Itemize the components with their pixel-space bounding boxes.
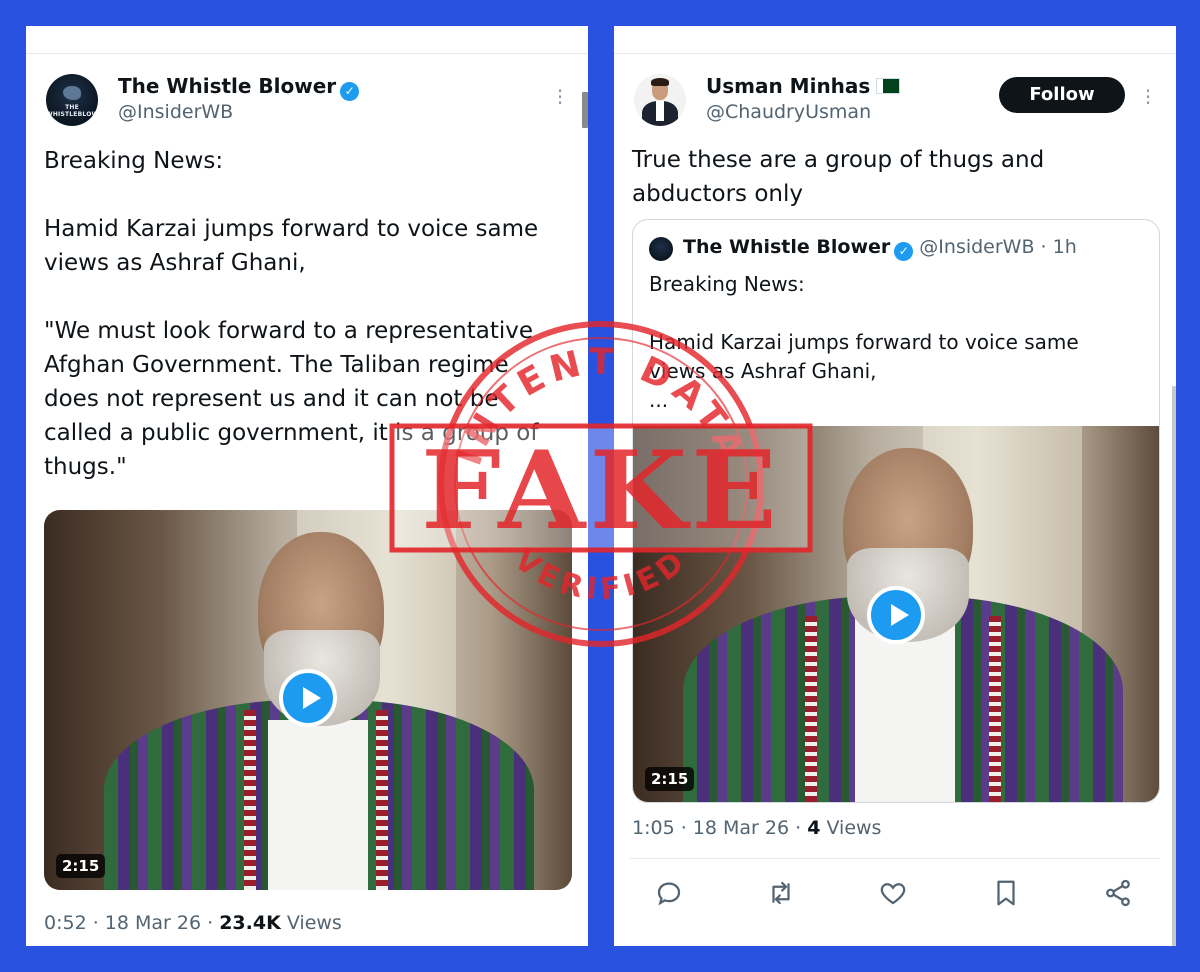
- tweet-meta: 0:52 · 18 Mar 26 · 23.4K Views: [44, 912, 342, 934]
- tweet-text: True these are a group of thugs and abdu…: [632, 147, 1045, 207]
- play-icon: [891, 604, 909, 626]
- video-player[interactable]: 2:15: [44, 510, 572, 890]
- video-duration: 2:15: [56, 854, 106, 878]
- quoted-tweet-text: Breaking News: Hamid Karzai jumps forwar…: [649, 272, 1079, 412]
- reply-icon[interactable]: [654, 878, 688, 912]
- avatar-hair: [651, 78, 669, 86]
- timestamp[interactable]: 0:52 · 18 Mar 26 ·: [44, 912, 219, 934]
- author-handle[interactable]: @ChaudryUsman: [706, 101, 871, 123]
- share-icon[interactable]: [1103, 878, 1137, 912]
- author-name[interactable]: The Whistle Blower ✓: [118, 74, 360, 101]
- video-trim-left: [805, 616, 817, 802]
- verified-badge-icon: ✓: [894, 242, 914, 261]
- more-vertical-icon[interactable]: · · ·: [1143, 81, 1153, 113]
- avatar-logo-text: THE WHISTLEBLOWER: [46, 104, 98, 118]
- video-shirt: [855, 616, 955, 802]
- play-icon: [303, 687, 321, 709]
- video-duration: 2:15: [645, 767, 695, 791]
- bookmark-icon[interactable]: [991, 878, 1025, 912]
- views-label: Views: [286, 912, 342, 934]
- timestamp[interactable]: 1:05 · 18 Mar 26 ·: [632, 817, 807, 839]
- top-divider: [614, 53, 1176, 54]
- follow-button[interactable]: Follow: [999, 77, 1125, 113]
- whistle-blower-bird-icon: [63, 86, 81, 100]
- quoted-tweet-header: The Whistle Blower ✓ @InsiderWB · 1h: [683, 236, 1077, 261]
- right-tweet-panel: Usman Minhas @ChaudryUsman Follow · · · Tr…: [614, 26, 1176, 946]
- top-divider: [26, 53, 588, 54]
- quoted-author-avatar: [649, 237, 673, 261]
- video-shirt: [268, 720, 368, 890]
- action-divider-top: [630, 858, 1160, 859]
- quoted-author-name: The Whistle Blower: [683, 236, 891, 258]
- views-count: 4: [807, 817, 821, 839]
- retweet-icon[interactable]: [766, 878, 800, 912]
- tweet-meta: 1:05 · 18 Mar 26 · 4 Views: [632, 817, 881, 839]
- verified-badge-icon: ✓: [340, 82, 360, 101]
- author-name[interactable]: Usman Minhas: [706, 74, 901, 98]
- quoted-handle-time: @InsiderWB · 1h: [919, 236, 1077, 258]
- author-handle[interactable]: @InsiderWB: [118, 101, 233, 123]
- views-label: Views: [826, 817, 882, 839]
- video-trim-left: [244, 710, 256, 890]
- video-trim-right: [989, 616, 1001, 802]
- quoted-tweet-card[interactable]: The Whistle Blower ✓ @InsiderWB · 1h Brea…: [632, 219, 1160, 803]
- play-button[interactable]: [867, 586, 925, 644]
- more-vertical-icon[interactable]: · · ·: [555, 81, 565, 113]
- scrollbar-thumb[interactable]: [582, 92, 588, 128]
- views-count: 23.4K: [219, 912, 281, 934]
- quoted-video-player[interactable]: 2:15: [633, 426, 1159, 802]
- pakistan-flag-icon: [876, 78, 901, 94]
- usman-minhas-avatar[interactable]: [634, 74, 686, 126]
- avatar-shirt: [656, 101, 664, 121]
- left-tweet-panel: THE WHISTLEBLOWER The Whistle Blower✓ @I…: [26, 26, 588, 946]
- tweet-text: Breaking News: Hamid Karzai jumps forwar…: [44, 148, 539, 480]
- whistle-blower-avatar[interactable]: THE WHISTLEBLOWER: [46, 74, 98, 126]
- video-trim-right: [376, 710, 388, 890]
- play-button[interactable]: [279, 669, 337, 727]
- scrollbar-thumb[interactable]: [1172, 386, 1176, 946]
- like-icon[interactable]: [878, 878, 912, 912]
